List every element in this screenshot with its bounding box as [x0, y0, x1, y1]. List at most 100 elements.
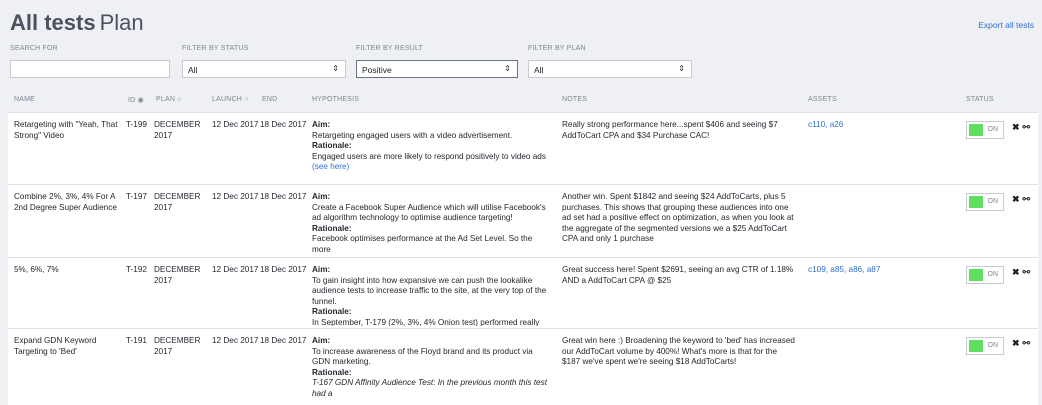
- rationale-label: Rationale:: [312, 141, 352, 150]
- col-end[interactable]: END: [262, 96, 277, 103]
- search-input[interactable]: [10, 60, 170, 78]
- test-notes: Really strong performance here...spent $…: [562, 120, 778, 140]
- test-name[interactable]: 5%, 6%, 7%: [14, 265, 122, 276]
- test-id: T-192: [126, 265, 147, 274]
- link-icon[interactable]: ⚯: [1023, 267, 1031, 277]
- test-launch: 12 Dec 2017: [212, 336, 259, 345]
- aim-label: Aim:: [312, 265, 331, 274]
- toggle-knob: [969, 340, 983, 352]
- test-hypothesis: Aim: Retargeting engaged users with a vi…: [312, 120, 552, 182]
- link-icon[interactable]: ⚯: [1023, 122, 1031, 132]
- status-filter-select[interactable]: All ⇕: [182, 60, 346, 78]
- test-name[interactable]: Combine 2%, 3%, 4% For A 2nd Degree Supe…: [14, 192, 122, 213]
- aim-label: Aim:: [312, 336, 331, 345]
- close-icon[interactable]: ✖: [1012, 122, 1020, 132]
- test-notes: Great success here! Spent $2691, seeing …: [562, 265, 794, 285]
- filter-bar: SEARCH FOR FILTER BY STATUS All ⇕ FILTER…: [10, 45, 1030, 81]
- result-filter-select[interactable]: Positive ⇕: [356, 60, 518, 78]
- aim-label: Aim:: [312, 120, 331, 129]
- close-icon[interactable]: ✖: [1012, 338, 1020, 348]
- plan-filter-label: FILTER BY PLAN: [528, 45, 586, 52]
- page-subtitle: Plan: [99, 10, 144, 35]
- table-row[interactable]: Combine 2%, 3%, 4% For A 2nd Degree Supe…: [8, 184, 1038, 257]
- col-notes[interactable]: NOTES: [562, 96, 587, 103]
- col-assets[interactable]: ASSETS: [808, 96, 837, 103]
- toggle-knob: [969, 124, 983, 136]
- aim-label: Aim:: [312, 192, 331, 201]
- col-name[interactable]: NAME: [14, 96, 35, 103]
- test-hypothesis: Aim: To increase awareness of the Floyd …: [312, 336, 552, 405]
- plan-filter-value: All: [534, 65, 544, 75]
- test-plan: DECEMBER 2017: [154, 120, 201, 140]
- test-plan: DECEMBER 2017: [154, 336, 201, 356]
- col-hypothesis[interactable]: HYPOTHESIS: [312, 96, 359, 103]
- test-launch: 12 Dec 2017: [212, 265, 259, 274]
- status-toggle[interactable]: ON: [966, 337, 1004, 355]
- col-status[interactable]: STATUS: [966, 96, 994, 103]
- test-id: T-191: [126, 336, 147, 345]
- search-label: SEARCH FOR: [10, 45, 58, 52]
- page-header: All tests Plan: [10, 10, 144, 44]
- select-arrows-icon: ⇕: [504, 64, 511, 73]
- test-end: 18 Dec 2017: [260, 265, 307, 274]
- row-actions: ✖ ⚯: [1012, 194, 1030, 205]
- test-assets[interactable]: c110, a26: [808, 120, 843, 131]
- row-actions: ✖ ⚯: [1012, 122, 1030, 133]
- status-filter-value: All: [188, 65, 198, 75]
- col-plan[interactable]: PLAN ○: [156, 96, 182, 103]
- see-here-link[interactable]: (see here): [312, 162, 349, 171]
- sort-circle-icon[interactable]: ○: [177, 96, 181, 103]
- test-hypothesis: Aim: To gain insight into how expansive …: [312, 265, 552, 326]
- table-row[interactable]: 5%, 6%, 7% T-192 DECEMBER 2017 12 Dec 20…: [8, 257, 1038, 328]
- rationale-label: Rationale:: [312, 307, 352, 316]
- test-end: 18 Dec 2017: [260, 336, 307, 345]
- status-toggle[interactable]: ON: [966, 266, 1004, 284]
- link-icon[interactable]: ⚯: [1023, 194, 1031, 204]
- aim-text: To gain insight into how expansive we ca…: [312, 275, 547, 306]
- test-hypothesis: Aim: Create a Facebook Super Audience wh…: [312, 192, 552, 255]
- table-header: NAME ID ◉ PLAN ○ LAUNCH ○ END HYPOTHESIS…: [0, 96, 1042, 110]
- test-name[interactable]: Retargeting with "Yeah, That Strong" Vid…: [14, 120, 122, 141]
- sort-circle-icon[interactable]: ○: [244, 96, 248, 103]
- rationale-text: Engaged users are more likely to respond…: [312, 151, 546, 161]
- sort-circle-icon[interactable]: ◉: [138, 97, 144, 104]
- col-id[interactable]: ID ◉: [128, 96, 144, 104]
- row-actions: ✖ ⚯: [1012, 338, 1030, 349]
- status-toggle[interactable]: ON: [966, 121, 1004, 139]
- close-icon[interactable]: ✖: [1012, 194, 1020, 204]
- test-id: T-197: [126, 192, 147, 201]
- test-assets[interactable]: c109, a85, a86, a87: [808, 265, 880, 276]
- link-icon[interactable]: ⚯: [1023, 338, 1031, 348]
- rationale-label: Rationale:: [312, 223, 352, 233]
- export-all-link[interactable]: Export all tests: [978, 20, 1034, 30]
- test-plan: DECEMBER 2017: [154, 265, 201, 285]
- aim-text: To increase awareness of the Floyd brand…: [312, 346, 533, 367]
- rationale-text: T-167 GDN Affinity Audience Test: In the…: [312, 378, 547, 398]
- table-row[interactable]: Retargeting with "Yeah, That Strong" Vid…: [8, 112, 1038, 184]
- result-filter-value: Positive: [362, 65, 392, 75]
- test-id: T-199: [126, 120, 147, 129]
- status-filter-label: FILTER BY STATUS: [182, 45, 249, 52]
- test-name[interactable]: Expand GDN Keyword Targeting to 'Bed': [14, 336, 122, 357]
- toggle-knob: [969, 196, 983, 208]
- aim-text: Retargeting engaged users with a video a…: [312, 130, 513, 140]
- rationale-text: Facebook optimises performance at the Ad…: [312, 234, 533, 254]
- table-row[interactable]: Expand GDN Keyword Targeting to 'Bed' T-…: [8, 328, 1038, 405]
- toggle-label: ON: [987, 342, 999, 349]
- select-arrows-icon: ⇕: [332, 64, 339, 73]
- test-notes: Great win here :) Broadening the keyword…: [562, 336, 795, 366]
- toggle-label: ON: [987, 198, 999, 205]
- test-launch: 12 Dec 2017: [212, 120, 259, 129]
- toggle-label: ON: [987, 126, 999, 133]
- test-launch: 12 Dec 2017: [212, 192, 259, 201]
- toggle-label: ON: [987, 271, 999, 278]
- test-notes: Another win. Spent $1842 and seeing $24 …: [562, 192, 794, 243]
- plan-filter-select[interactable]: All ⇕: [528, 60, 692, 78]
- result-filter-label: FILTER BY RESULT: [356, 45, 423, 52]
- close-icon[interactable]: ✖: [1012, 267, 1020, 277]
- test-end: 18 Dec 2017: [260, 192, 307, 201]
- select-arrows-icon: ⇕: [678, 64, 685, 73]
- rationale-label: Rationale:: [312, 367, 352, 377]
- status-toggle[interactable]: ON: [966, 193, 1004, 211]
- col-launch[interactable]: LAUNCH ○: [212, 96, 249, 103]
